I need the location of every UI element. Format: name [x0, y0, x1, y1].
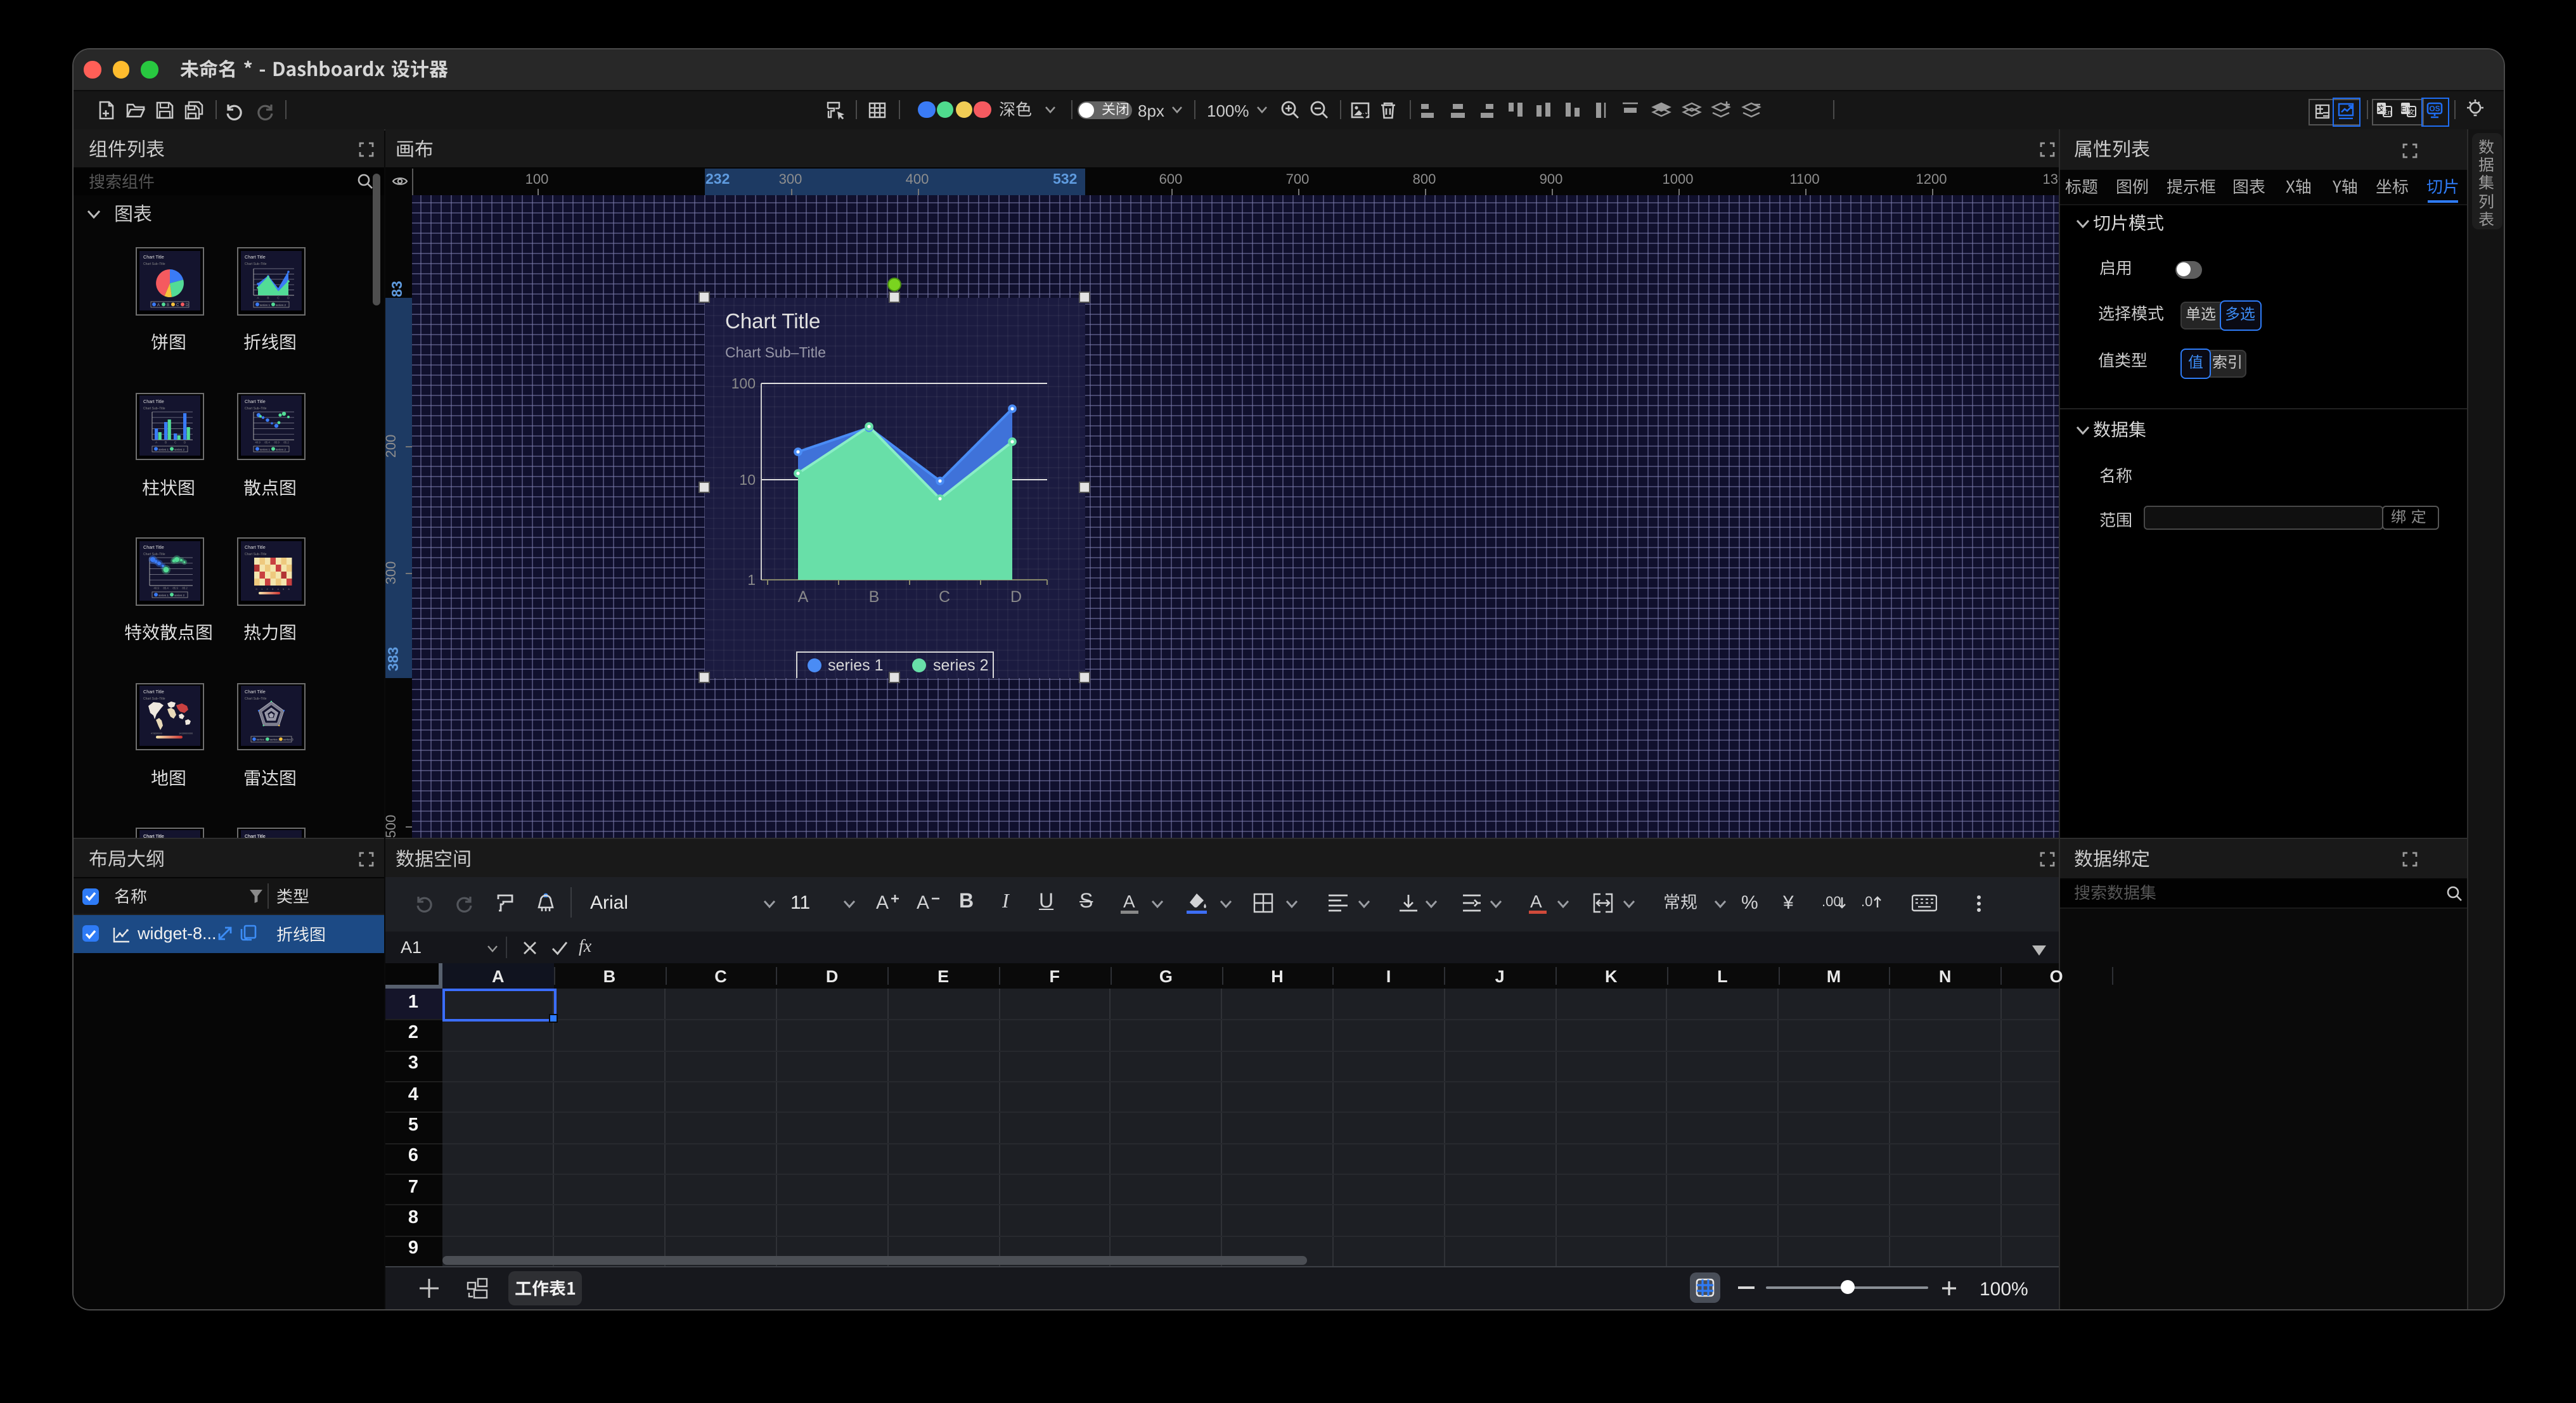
svg-text:series 1: series 1	[158, 448, 169, 451]
svg-text:85.2: 85.2	[181, 586, 187, 589]
svg-text:series 3: series 3	[283, 738, 293, 741]
svg-text:A: A	[916, 892, 929, 913]
svg-text:series 2: series 2	[275, 448, 286, 451]
svg-text:Chart Sub–Title: Chart Sub–Title	[244, 262, 266, 266]
svg-text:.0: .0	[1860, 894, 1872, 909]
svg-text:100: 100	[731, 375, 755, 391]
svg-text:series 1: series 1	[259, 448, 270, 451]
svg-text:Chart Sub–Title: Chart Sub–Title	[244, 407, 266, 411]
svg-text:10: 10	[738, 471, 755, 487]
svg-text:47800000: 47800000	[150, 732, 162, 735]
svg-text:C: C	[276, 296, 279, 300]
svg-text:Chart Title: Chart Title	[143, 544, 164, 549]
svg-text:Chart Title: Chart Title	[244, 833, 265, 838]
svg-text:Chart Sub–Title: Chart Sub–Title	[143, 407, 165, 411]
svg-text:Chart Title: Chart Title	[244, 399, 265, 404]
svg-text:40.9: 40.9	[153, 586, 158, 589]
svg-text:A: A	[875, 892, 888, 913]
svg-text:Chart Sub–Title: Chart Sub–Title	[244, 697, 266, 701]
svg-text:C: C	[176, 303, 179, 307]
svg-text:A: A	[157, 303, 159, 307]
svg-text:Chart Title: Chart Title	[143, 253, 164, 259]
svg-text:Chart Title: Chart Title	[244, 689, 265, 695]
svg-text:B: B	[868, 587, 879, 605]
svg-text:Chart Title: Chart Title	[244, 544, 265, 549]
svg-text:OS: OS	[2429, 105, 2440, 113]
svg-text:.00: .00	[1821, 894, 1841, 909]
svg-text:B: B	[164, 441, 166, 445]
svg-text:D: D	[287, 296, 289, 300]
svg-text:C: C	[938, 587, 950, 605]
svg-text:Chart Title: Chart Title	[143, 399, 164, 404]
svg-text:series 1: series 1	[256, 738, 267, 741]
svg-text:85.9: 85.9	[273, 441, 279, 444]
svg-text:D: D	[183, 441, 186, 445]
svg-text:Chart Title: Chart Title	[244, 253, 265, 259]
svg-text:D: D	[185, 303, 188, 307]
svg-text:85.2: 85.2	[283, 441, 288, 444]
svg-text:series 2: series 2	[275, 303, 286, 306]
svg-text:Chart Sub–Title: Chart Sub–Title	[244, 552, 266, 556]
svg-text:B: B	[266, 296, 268, 300]
svg-text:A: A	[1123, 892, 1135, 911]
svg-text:85.9: 85.9	[172, 586, 177, 589]
svg-text:40.9: 40.9	[254, 441, 260, 444]
svg-text:series 2: series 2	[269, 738, 280, 741]
svg-text:D: D	[1010, 587, 1021, 605]
svg-text:B: B	[166, 303, 169, 307]
svg-text:series 2: series 2	[174, 593, 184, 596]
svg-text:1439000000: 1439000000	[178, 732, 193, 735]
svg-text:En: En	[2383, 109, 2392, 117]
svg-text:series 1: series 1	[158, 593, 169, 596]
svg-text:Chart Sub–Title: Chart Sub–Title	[143, 262, 165, 266]
svg-text:85.4: 85.4	[264, 441, 269, 444]
svg-text:Chart Title: Chart Title	[143, 833, 164, 838]
svg-text:series 2: series 2	[174, 448, 184, 451]
svg-text:series 2: series 2	[932, 656, 988, 674]
svg-text:series 1: series 1	[259, 303, 270, 306]
svg-text:Chart Title: Chart Title	[143, 689, 164, 695]
svg-text:Chart Sub–Title: Chart Sub–Title	[143, 697, 165, 701]
svg-text:series 1: series 1	[827, 656, 883, 674]
svg-text:C: C	[174, 441, 176, 445]
svg-text:Chart Sub–Title: Chart Sub–Title	[724, 343, 825, 360]
svg-text:A: A	[1530, 892, 1542, 911]
svg-text:A: A	[797, 587, 808, 605]
svg-text:1: 1	[747, 571, 755, 587]
svg-text:85.4: 85.4	[162, 586, 168, 589]
svg-text:Chart Title: Chart Title	[724, 309, 820, 332]
